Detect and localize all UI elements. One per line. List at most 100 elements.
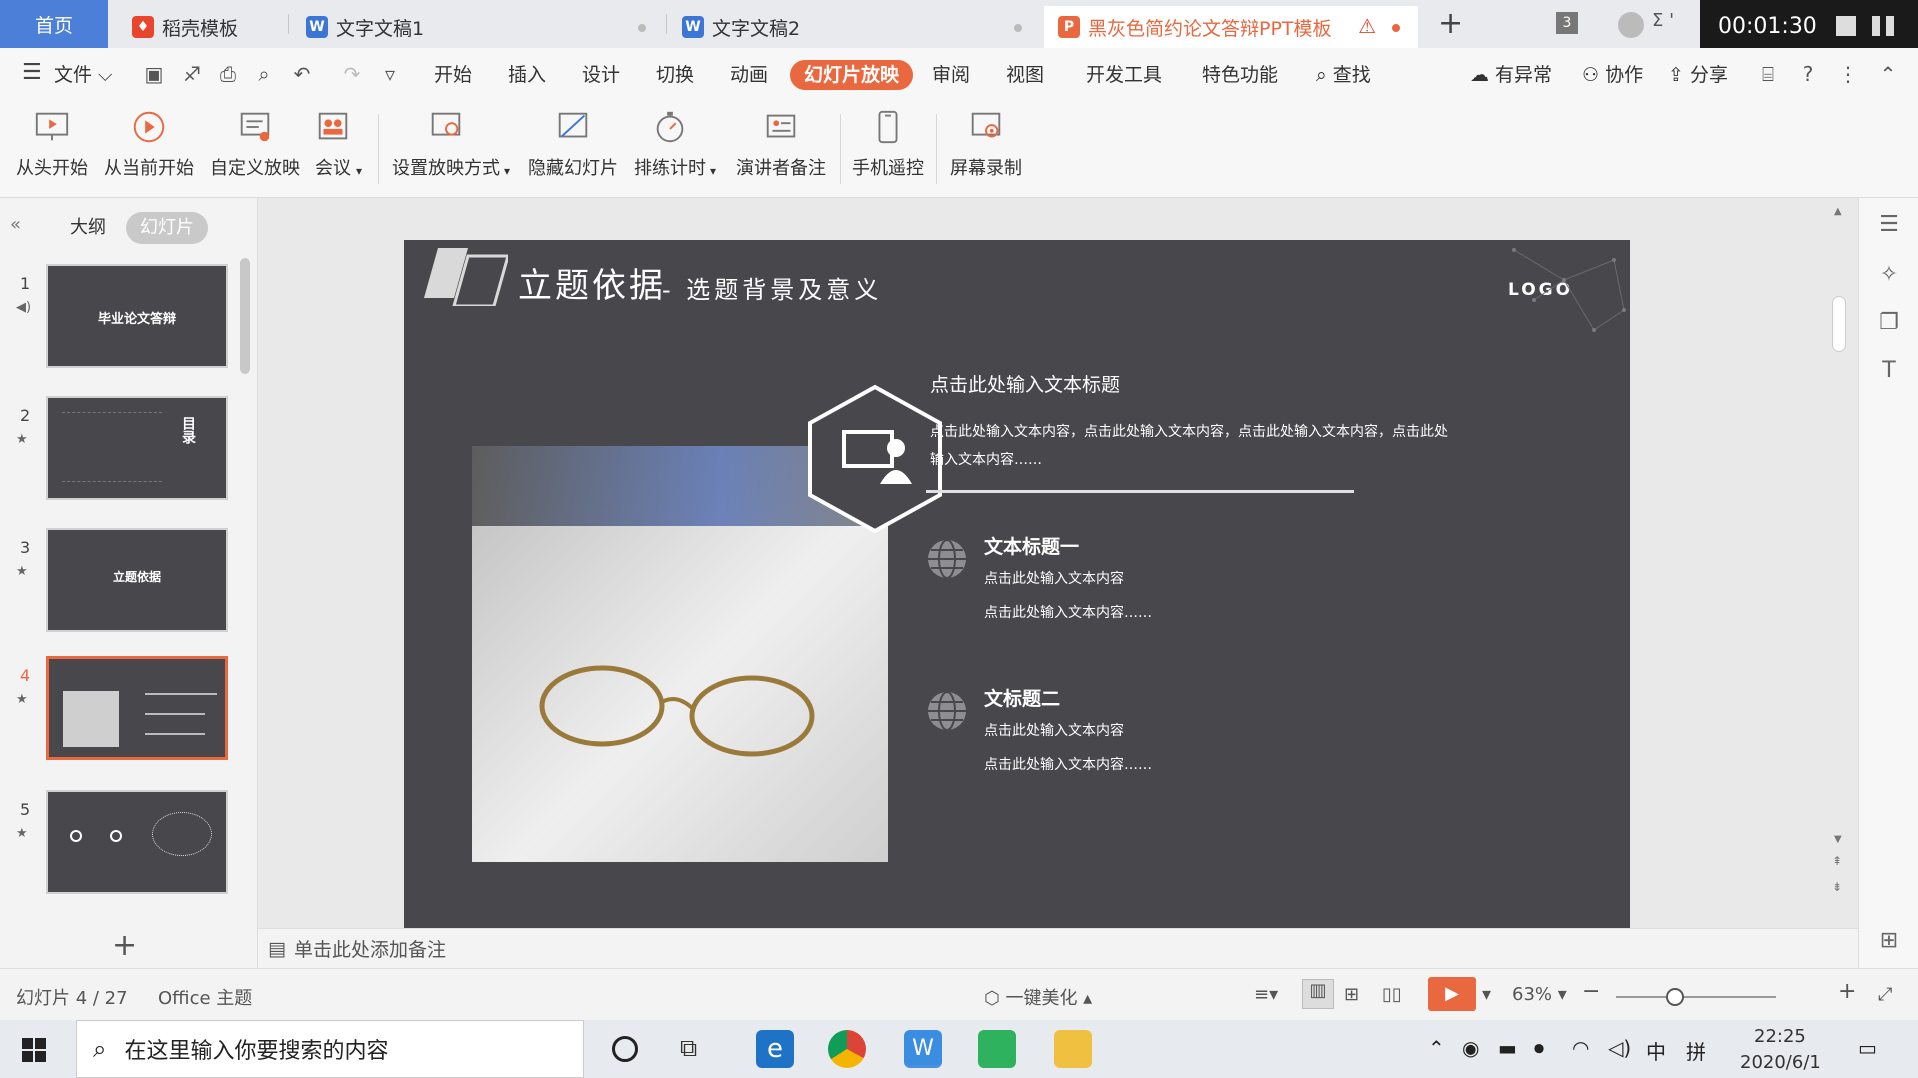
menu-review[interactable]: 审阅 <box>932 60 970 90</box>
thumbnail-scrollbar[interactable] <box>240 258 250 374</box>
text-icon[interactable]: T <box>1875 358 1903 386</box>
scroll-down-icon[interactable]: ▼ <box>1834 834 1842 845</box>
text-heading[interactable]: 点击此处输入文本标题 <box>930 370 1120 397</box>
tab-ppt[interactable]: P 黑灰色简约论文答辩PPT模板 ⚠ <box>1044 6 1418 48</box>
phone-remote-button[interactable]: 手机遥控 <box>852 106 924 192</box>
customize-icon[interactable]: ▿ <box>378 62 402 86</box>
volume-icon[interactable]: ◁) <box>1608 1036 1631 1060</box>
task-view-icon[interactable]: ⧉ <box>680 1034 697 1062</box>
redo-icon[interactable]: ↷ <box>340 62 364 86</box>
wechat-icon[interactable] <box>978 1030 1016 1068</box>
wps-icon[interactable]: W <box>904 1030 942 1068</box>
menu-view[interactable]: 视图 <box>1006 60 1044 90</box>
slide-thumbnail[interactable]: 3 ★ 立题依据 <box>0 528 240 638</box>
setup-show-button[interactable]: 设置放映方式 ▾ <box>392 106 510 192</box>
hamburger-icon[interactable]: ☰ <box>22 60 42 85</box>
grid-icon[interactable]: ⊞ <box>1875 928 1903 956</box>
item2-title[interactable]: 文标题二 <box>984 684 1060 711</box>
menu-design[interactable]: 设计 <box>582 60 620 90</box>
play-dropdown-icon[interactable]: ▾ <box>1482 984 1491 1005</box>
item1-line1[interactable]: 点击此处输入文本内容 <box>984 568 1124 588</box>
format-painter-icon[interactable]: ♐ <box>180 62 204 86</box>
item2-line1[interactable]: 点击此处输入文本内容 <box>984 720 1124 740</box>
edge-icon[interactable]: e <box>756 1030 794 1068</box>
cloud-status[interactable]: ☁ 有异常 <box>1470 60 1552 90</box>
undo-icon[interactable]: ↶ <box>290 62 314 86</box>
custom-show-button[interactable]: 自定义放映 <box>210 106 300 192</box>
help-icon[interactable]: ? <box>1796 62 1820 86</box>
zoom-level[interactable]: 63% ▾ <box>1512 984 1567 1005</box>
item2-line2[interactable]: 点击此处输入文本内容…… <box>984 754 1152 774</box>
tab-home[interactable]: 首页 <box>0 0 108 48</box>
tab-outline[interactable]: 大纲 <box>56 212 120 244</box>
menu-transition[interactable]: 切换 <box>656 60 694 90</box>
start-from-beginning-button[interactable]: 从头开始 <box>16 106 88 192</box>
file-explorer-icon[interactable] <box>1054 1030 1092 1068</box>
print-icon[interactable]: ⎙ <box>216 62 240 86</box>
windows-start-icon[interactable] <box>22 1038 46 1062</box>
tab-doc1[interactable]: W 文字文稿1 <box>292 6 664 48</box>
copy-style-icon[interactable]: ❐ <box>1875 310 1903 338</box>
play-slideshow-button[interactable]: ▶ <box>1428 977 1476 1011</box>
speaker-notes-button[interactable]: 演讲者备注 <box>736 106 826 192</box>
normal-view-icon[interactable]: ▥ <box>1302 979 1334 1009</box>
theme-name[interactable]: Office 主题 <box>158 984 252 1010</box>
prev-slide-icon[interactable]: ⇞ <box>1832 854 1842 868</box>
slide-thumbnail-selected[interactable]: 4 ★ <box>0 656 240 766</box>
menu-animation[interactable]: 动画 <box>730 60 768 90</box>
menu-special[interactable]: 特色功能 <box>1202 60 1278 90</box>
item1-line2[interactable]: 点击此处输入文本内容…… <box>984 602 1152 622</box>
zoom-slider[interactable] <box>1616 996 1776 998</box>
rehearse-timing-button[interactable]: 排练计时 ▾ <box>634 106 716 192</box>
clock-date[interactable]: 2020/6/1 <box>1740 1052 1821 1073</box>
new-tab-button[interactable]: + <box>1438 6 1463 41</box>
notification-icon[interactable]: ▭ <box>1858 1036 1877 1060</box>
taskbar-search-input[interactable]: ⌕ 在这里输入你要搜索的内容 <box>76 1020 584 1078</box>
magic-icon[interactable]: ✧ <box>1875 262 1903 290</box>
reading-view-icon[interactable]: ▯▯ <box>1382 984 1402 1005</box>
save-icon[interactable]: ▣ <box>142 62 166 86</box>
zoom-out-button[interactable]: − <box>1582 979 1600 1004</box>
window-count-badge[interactable]: 3 <box>1556 12 1578 34</box>
qq-icon[interactable]: ◉ <box>1462 1036 1479 1060</box>
sorter-view-icon[interactable]: ⊞ <box>1344 984 1359 1005</box>
scroll-up-icon[interactable]: ▲ <box>1834 206 1842 217</box>
share-button[interactable]: ⇪ 分享 <box>1668 60 1728 90</box>
beautify-button[interactable]: ⬡ 一键美化 ▴ <box>984 984 1092 1010</box>
chrome-icon[interactable] <box>828 1030 866 1068</box>
more-icon[interactable]: ⋮ <box>1836 62 1860 86</box>
inbox-icon[interactable]: ⌸ <box>1756 62 1780 86</box>
notes-toggle-icon[interactable]: ≡▾ <box>1254 984 1278 1005</box>
tab-doc2[interactable]: W 文字文稿2 <box>668 6 1040 48</box>
slide-thumbnail[interactable]: 1 ◀) 毕业论文答辩 <box>0 264 240 374</box>
wifi-icon[interactable]: ◠ <box>1572 1036 1589 1060</box>
next-slide-icon[interactable]: ⇟ <box>1832 880 1842 894</box>
start-from-current-button[interactable]: 从当前开始 <box>104 106 194 192</box>
ime-pinyin[interactable]: 拼 <box>1686 1036 1706 1065</box>
slide-thumbnail[interactable]: 5 ★ <box>0 790 240 900</box>
battery-icon[interactable]: ▬ <box>1498 1036 1517 1060</box>
screen-record-button[interactable]: 屏幕录制 <box>950 106 1022 192</box>
text-body[interactable]: 点击此处输入文本内容，点击此处输入文本内容，点击此处输入文本内容，点击此处输入文… <box>930 418 1450 474</box>
add-slide-button[interactable]: + <box>112 928 137 963</box>
meeting-button[interactable]: 会议 ▾ <box>314 106 362 192</box>
collapse-ribbon-icon[interactable]: ⌃ <box>1876 62 1900 86</box>
file-menu[interactable]: 文件 ⌵ <box>54 60 112 90</box>
ime-chinese[interactable]: 中 <box>1646 1036 1666 1065</box>
cortana-icon[interactable] <box>612 1036 638 1062</box>
clock-time[interactable]: 22:25 <box>1754 1026 1806 1047</box>
canvas-scrollbar[interactable] <box>1832 296 1846 352</box>
search-button[interactable]: ⌕ 查找 <box>1316 60 1371 90</box>
mic-icon[interactable]: ⏺ <box>1534 1036 1544 1060</box>
tab-daoke[interactable]: ♦ 稻壳模板 <box>118 6 288 48</box>
collaborate-button[interactable]: ⚇ 协作 <box>1582 60 1643 90</box>
zoom-in-button[interactable]: + <box>1838 979 1856 1004</box>
settings-sliders-icon[interactable]: ☰ <box>1875 212 1903 240</box>
fit-window-icon[interactable]: ⤢ <box>1878 984 1892 1005</box>
tab-slides[interactable]: 幻灯片 <box>126 212 208 244</box>
slide-thumbnail[interactable]: 2 ★ 目录 <box>0 396 240 506</box>
pause-icon[interactable] <box>1872 16 1880 36</box>
menu-home[interactable]: 开始 <box>434 60 472 90</box>
print-preview-icon[interactable]: ⌕ <box>252 62 276 86</box>
slide-4[interactable]: 立题依据 - 选题背景及意义 LOGO 点击此处输入文本标题 点击此处输入文本内… <box>404 240 1630 930</box>
